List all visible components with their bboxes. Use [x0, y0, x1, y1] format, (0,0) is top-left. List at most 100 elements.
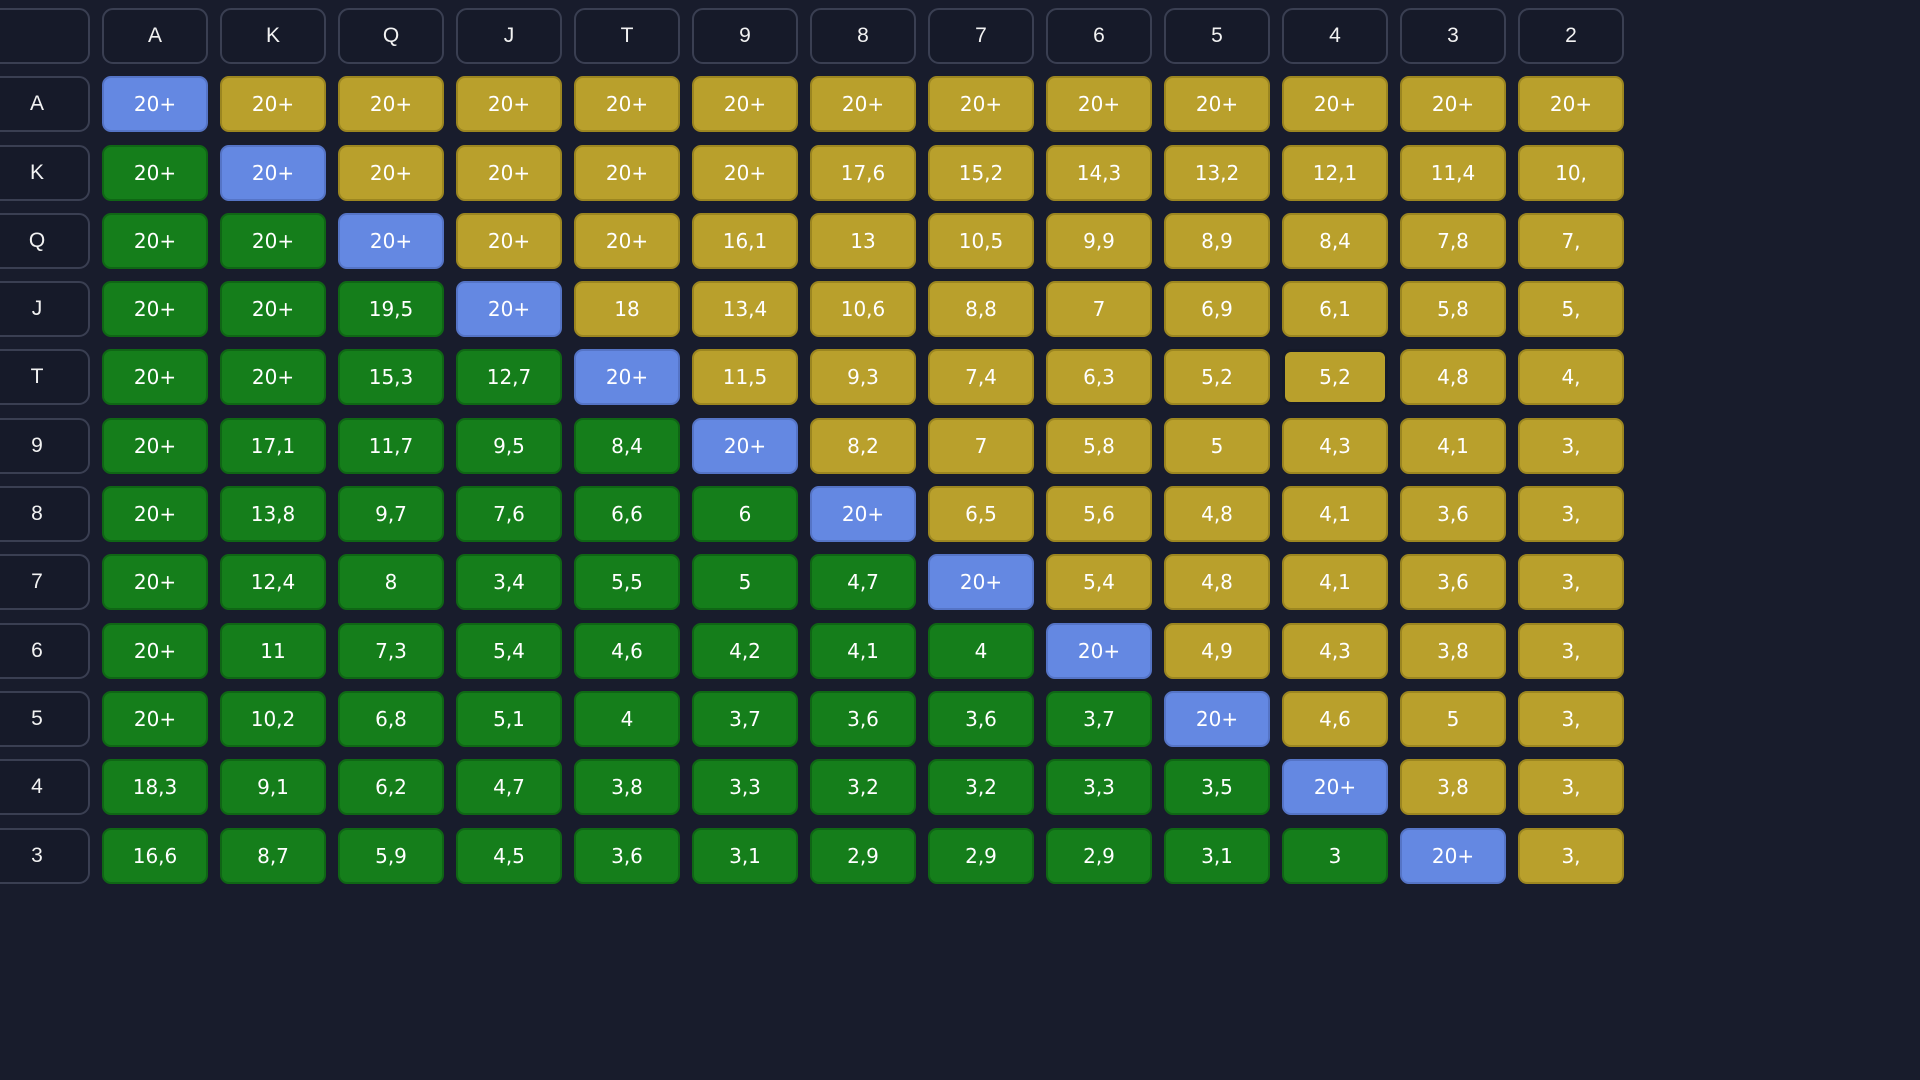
- hand-cell-54s[interactable]: 4,6: [1282, 690, 1388, 747]
- hand-cell-j2s[interactable]: 5,: [1518, 281, 1624, 338]
- hand-cell-kao[interactable]: 20+: [102, 144, 208, 201]
- row-header-k[interactable]: K: [0, 144, 90, 201]
- column-header-q[interactable]: Q: [338, 8, 444, 64]
- hand-cell-4ao[interactable]: 18,3: [102, 759, 208, 816]
- hand-cell-tao[interactable]: 20+: [102, 349, 208, 406]
- hand-cell-j9s[interactable]: 13,4: [692, 281, 798, 338]
- hand-cell-tqo[interactable]: 15,3: [338, 349, 444, 406]
- hand-cell-a6s[interactable]: 20+: [1046, 76, 1152, 133]
- hand-cell-42s[interactable]: 3,: [1518, 759, 1624, 816]
- hand-cell-t8s[interactable]: 9,3: [810, 349, 916, 406]
- column-header-6[interactable]: 6: [1046, 8, 1152, 64]
- hand-cell-kjs[interactable]: 20+: [456, 144, 562, 201]
- hand-cell-j7s[interactable]: 8,8: [928, 281, 1034, 338]
- hand-cell-q2s[interactable]: 7,: [1518, 212, 1624, 269]
- column-header-j[interactable]: J: [456, 8, 562, 64]
- hand-cell-82s[interactable]: 3,: [1518, 486, 1624, 543]
- row-header-4[interactable]: 4: [0, 759, 90, 816]
- hand-cell-k3s[interactable]: 11,4: [1400, 144, 1506, 201]
- hand-cell-kk[interactable]: 20+: [220, 144, 326, 201]
- hand-cell-j5s[interactable]: 6,9: [1164, 281, 1270, 338]
- hand-cell-38o[interactable]: 2,9: [810, 827, 916, 884]
- hand-cell-qjs[interactable]: 20+: [456, 212, 562, 269]
- hand-cell-34o[interactable]: 3: [1282, 827, 1388, 884]
- hand-cell-k6s[interactable]: 14,3: [1046, 144, 1152, 201]
- hand-cell-87s[interactable]: 6,5: [928, 486, 1034, 543]
- row-header-a[interactable]: A: [0, 76, 90, 133]
- hand-cell-6to[interactable]: 4,6: [574, 622, 680, 679]
- hand-cell-3jo[interactable]: 4,5: [456, 827, 562, 884]
- hand-cell-6ao[interactable]: 20+: [102, 622, 208, 679]
- hand-cell-58o[interactable]: 3,6: [810, 690, 916, 747]
- hand-cell-47o[interactable]: 3,2: [928, 759, 1034, 816]
- hand-cell-43s[interactable]: 3,8: [1400, 759, 1506, 816]
- column-header-8[interactable]: 8: [810, 8, 916, 64]
- hand-cell-q6s[interactable]: 9,9: [1046, 212, 1152, 269]
- hand-cell-7qo[interactable]: 8: [338, 554, 444, 611]
- hand-cell-9to[interactable]: 8,4: [574, 417, 680, 474]
- hand-cell-5ao[interactable]: 20+: [102, 690, 208, 747]
- hand-cell-96s[interactable]: 5,8: [1046, 417, 1152, 474]
- hand-cell-84s[interactable]: 4,1: [1282, 486, 1388, 543]
- column-header-t[interactable]: T: [574, 8, 680, 64]
- row-header-q[interactable]: Q: [0, 212, 90, 269]
- hand-cell-k4s[interactable]: 12,1: [1282, 144, 1388, 201]
- hand-cell-a2s[interactable]: 20+: [1518, 76, 1624, 133]
- hand-cell-j8s[interactable]: 10,6: [810, 281, 916, 338]
- hand-cell-jao[interactable]: 20+: [102, 281, 208, 338]
- hand-cell-83s[interactable]: 3,6: [1400, 486, 1506, 543]
- hand-cell-a8s[interactable]: 20+: [810, 76, 916, 133]
- hand-cell-99[interactable]: 20+: [692, 417, 798, 474]
- hand-cell-aqs[interactable]: 20+: [338, 76, 444, 133]
- hand-cell-65s[interactable]: 4,9: [1164, 622, 1270, 679]
- hand-cell-qao[interactable]: 20+: [102, 212, 208, 269]
- hand-cell-86s[interactable]: 5,6: [1046, 486, 1152, 543]
- hand-cell-78o[interactable]: 4,7: [810, 554, 916, 611]
- hand-cell-jqo[interactable]: 19,5: [338, 281, 444, 338]
- hand-cell-a9s[interactable]: 20+: [692, 76, 798, 133]
- hand-cell-73s[interactable]: 3,6: [1400, 554, 1506, 611]
- hand-cell-7jo[interactable]: 3,4: [456, 554, 562, 611]
- hand-cell-9qo[interactable]: 11,7: [338, 417, 444, 474]
- hand-cell-45o[interactable]: 3,5: [1164, 759, 1270, 816]
- hand-cell-92s[interactable]: 3,: [1518, 417, 1624, 474]
- hand-cell-62s[interactable]: 3,: [1518, 622, 1624, 679]
- hand-cell-j4s[interactable]: 6,1: [1282, 281, 1388, 338]
- hand-cell-52s[interactable]: 3,: [1518, 690, 1624, 747]
- hand-cell-qts[interactable]: 20+: [574, 212, 680, 269]
- hand-cell-76s[interactable]: 5,4: [1046, 554, 1152, 611]
- row-header-6[interactable]: 6: [0, 622, 90, 679]
- hand-cell-9ko[interactable]: 17,1: [220, 417, 326, 474]
- hand-cell-93s[interactable]: 4,1: [1400, 417, 1506, 474]
- hand-cell-kts[interactable]: 20+: [574, 144, 680, 201]
- hand-cell-t3s[interactable]: 4,8: [1400, 349, 1506, 406]
- hand-cell-3to[interactable]: 3,6: [574, 827, 680, 884]
- hand-cell-q3s[interactable]: 7,8: [1400, 212, 1506, 269]
- hand-cell-7ao[interactable]: 20+: [102, 554, 208, 611]
- hand-cell-53s[interactable]: 5: [1400, 690, 1506, 747]
- column-header-2[interactable]: 2: [1518, 8, 1624, 64]
- column-header-4[interactable]: 4: [1282, 8, 1388, 64]
- hand-cell-j6s[interactable]: 7: [1046, 281, 1152, 338]
- hand-cell-3ao[interactable]: 16,6: [102, 827, 208, 884]
- hand-cell-88[interactable]: 20+: [810, 486, 916, 543]
- hand-cell-t7s[interactable]: 7,4: [928, 349, 1034, 406]
- hand-cell-8qo[interactable]: 9,7: [338, 486, 444, 543]
- hand-cell-tko[interactable]: 20+: [220, 349, 326, 406]
- hand-cell-k7s[interactable]: 15,2: [928, 144, 1034, 201]
- hand-cell-t2s[interactable]: 4,: [1518, 349, 1624, 406]
- hand-cell-8to[interactable]: 6,6: [574, 486, 680, 543]
- hand-cell-5qo[interactable]: 6,8: [338, 690, 444, 747]
- hand-cell-55[interactable]: 20+: [1164, 690, 1270, 747]
- hand-cell-k9s[interactable]: 20+: [692, 144, 798, 201]
- hand-cell-9ao[interactable]: 20+: [102, 417, 208, 474]
- hand-cell-t9s[interactable]: 11,5: [692, 349, 798, 406]
- hand-cell-59o[interactable]: 3,7: [692, 690, 798, 747]
- hand-cell-a5s[interactable]: 20+: [1164, 76, 1270, 133]
- hand-cell-95s[interactable]: 5: [1164, 417, 1270, 474]
- hand-cell-74s[interactable]: 4,1: [1282, 554, 1388, 611]
- hand-cell-39o[interactable]: 3,1: [692, 827, 798, 884]
- hand-cell-a4s[interactable]: 20+: [1282, 76, 1388, 133]
- hand-cell-a7s[interactable]: 20+: [928, 76, 1034, 133]
- hand-cell-3qo[interactable]: 5,9: [338, 827, 444, 884]
